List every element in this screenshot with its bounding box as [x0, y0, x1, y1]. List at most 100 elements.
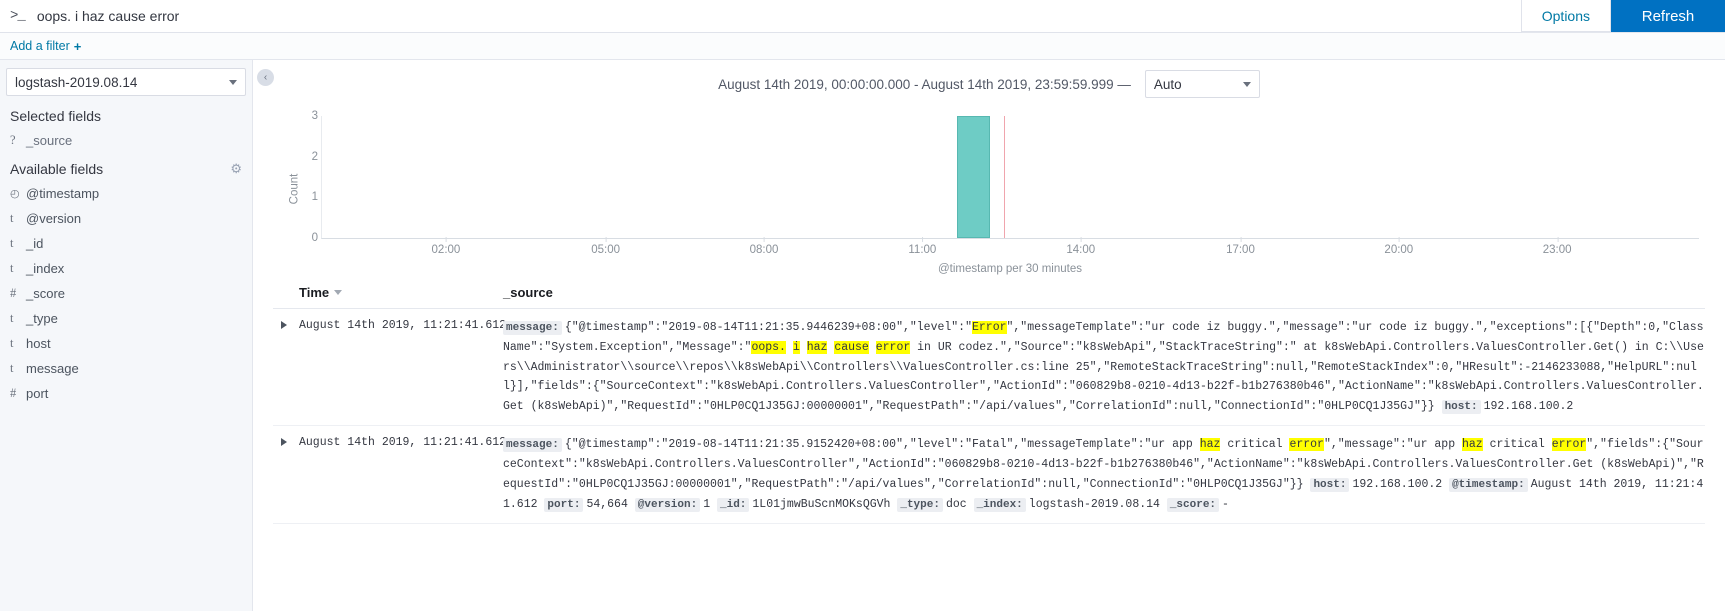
field-item-source[interactable]: ? _source [0, 128, 252, 153]
source-field-value: 192.168.100.2 [1352, 477, 1443, 491]
x-axis-tick: 23:00 [1543, 237, 1572, 256]
source-field-value: 192.168.100.2 [1483, 400, 1574, 414]
field-item-host[interactable]: t host [0, 331, 252, 356]
expand-row-cell[interactable] [273, 318, 299, 417]
options-button[interactable]: Options [1521, 0, 1611, 32]
field-item-id[interactable]: t _id [0, 231, 252, 256]
collapse-sidebar-button[interactable]: ‹ [257, 69, 274, 86]
field-type-icon: t [10, 236, 14, 250]
search-input[interactable]: >_ oops. i haz cause error [0, 0, 1522, 33]
available-fields-title: Available fields [10, 161, 104, 177]
field-name-label: @version [26, 211, 82, 226]
source-column-header[interactable]: _source [503, 285, 1705, 300]
chevron-right-icon[interactable] [281, 438, 287, 447]
x-axis-tick: 20:00 [1384, 237, 1413, 256]
field-type-icon: t [10, 211, 14, 225]
field-item-score[interactable]: # _score [0, 281, 252, 306]
chart-plot-area[interactable]: 0 1 2 3 02:00 05:00 08:00 11:00 14:00 17:00 20:00 2… [312, 110, 1699, 256]
search-highlight: oops. [751, 340, 786, 354]
field-name-label: host [26, 336, 51, 351]
interval-select[interactable]: Auto [1144, 70, 1260, 98]
field-type-icon: t [10, 336, 14, 350]
chevron-down-icon [1242, 81, 1251, 87]
add-filter-label: Add a filter [10, 39, 70, 53]
source-field-value: {"@timestamp":"2019-08-14T11:21:35.94462… [564, 321, 972, 334]
available-fields-list: ◴ @timestamp t @version t _id t _index # _score t _… [0, 181, 252, 406]
source-field-key: @version: [634, 497, 701, 512]
row-time-cell: August 14th 2019, 11:21:41.612 [299, 436, 507, 450]
field-name-label: _index [26, 261, 65, 276]
time-column-label: Time [299, 285, 330, 300]
index-pattern-value: logstash-2019.08.14 [15, 74, 138, 90]
time-range-label[interactable]: August 14th 2019, 00:00:00.000 - August … [718, 77, 1131, 92]
sort-desc-icon[interactable] [334, 290, 343, 295]
interval-value: Auto [1153, 76, 1182, 92]
table-row[interactable]: August 14th 2019, 11:21:41.612 message: {"… [273, 309, 1705, 427]
time-column-header[interactable]: Time [299, 285, 503, 300]
field-type-icon: # [10, 386, 17, 400]
expand-column-header [273, 285, 299, 300]
field-item-message[interactable]: t message [0, 356, 252, 381]
plus-icon: + [73, 38, 82, 54]
x-axis-tick: 11:00 [908, 237, 936, 256]
selected-fields-list: ? _source [0, 128, 252, 153]
field-item-timestamp[interactable]: ◴ @timestamp [0, 181, 252, 206]
discover-body: logstash-2019.08.14 Selected fields ? _so… [0, 60, 1725, 611]
source-field-key: @timestamp: [1449, 477, 1528, 492]
x-axis-tick: 17:00 [1226, 237, 1255, 256]
query-bar: >_ oops. i haz cause error Options Refre… [0, 0, 1725, 33]
y-axis-label: Count [288, 173, 301, 204]
x-axis-tick: 14:00 [1066, 237, 1095, 256]
source-field-value: 1L01jmwBuScnMOKsQGVh [752, 497, 891, 511]
search-highlight: haz [1199, 438, 1221, 452]
x-axis-tick-mark [1080, 237, 1082, 242]
y-axis-tick: 0 [311, 232, 318, 244]
gear-icon[interactable]: ⚙ [230, 161, 242, 177]
field-item-port[interactable]: # port [0, 381, 252, 406]
field-item-version[interactable]: t @version [0, 206, 252, 231]
source-field-value [800, 341, 807, 354]
filter-bar: Add a filter + [0, 33, 1725, 60]
x-axis-tick-mark [764, 237, 766, 242]
source-field-value: ","message":"ur app [1323, 438, 1462, 452]
search-highlight: cause [834, 340, 869, 354]
source-field-key: message: [503, 321, 562, 335]
search-highlight: error [1551, 438, 1587, 452]
selected-fields-title: Selected fields [10, 108, 102, 124]
field-name-label: @timestamp [26, 186, 100, 201]
source-field-key: _id: [717, 497, 750, 512]
field-item-index[interactable]: t _index [0, 256, 252, 281]
x-axis-tick-mark [445, 237, 447, 242]
source-field-key: port: [544, 497, 584, 512]
index-pattern-select[interactable]: logstash-2019.08.14 [6, 68, 246, 96]
row-time-cell: August 14th 2019, 11:21:41.612 [299, 319, 507, 332]
source-field-key: _index: [973, 497, 1026, 512]
y-axis-tick: 3 [311, 110, 318, 122]
field-type-icon: # [10, 286, 17, 300]
row-source-cell: message: {"@timestamp":"2019-08-14T11:21:… [503, 318, 1705, 417]
field-type-icon: t [10, 361, 14, 375]
y-axis-tick: 2 [311, 150, 318, 163]
terminal-prompt-icon: >_ [10, 8, 26, 24]
search-query-text: oops. i haz cause error [36, 8, 180, 24]
field-name-label: port [26, 386, 49, 401]
source-field-value: 1 [703, 497, 711, 511]
x-axis-tick-mark [1398, 237, 1400, 242]
expand-row-cell[interactable] [273, 435, 299, 514]
current-time-marker [1003, 116, 1005, 238]
source-field-value: doc [945, 497, 967, 511]
x-axis-label: @timestamp per 30 minutes [938, 263, 1082, 275]
histogram-bar[interactable] [957, 116, 990, 238]
field-type-icon: ◴ [10, 188, 20, 200]
document-table: Time _source August 14th 2019, 11:21:41.… [273, 285, 1705, 524]
table-row[interactable]: August 14th 2019, 11:21:41.612 message: {"… [273, 426, 1705, 524]
chevron-down-icon [229, 79, 237, 85]
add-filter-button[interactable]: Add a filter + [10, 39, 81, 53]
search-highlight: haz [806, 340, 828, 354]
refresh-button[interactable]: Refresh [1611, 0, 1725, 32]
chevron-right-icon[interactable] [281, 321, 287, 329]
field-name-label: _id [26, 236, 44, 251]
source-field-value: 54,664 [586, 497, 628, 511]
field-type-icon: t [10, 261, 14, 275]
field-item-type[interactable]: t _type [0, 306, 252, 331]
